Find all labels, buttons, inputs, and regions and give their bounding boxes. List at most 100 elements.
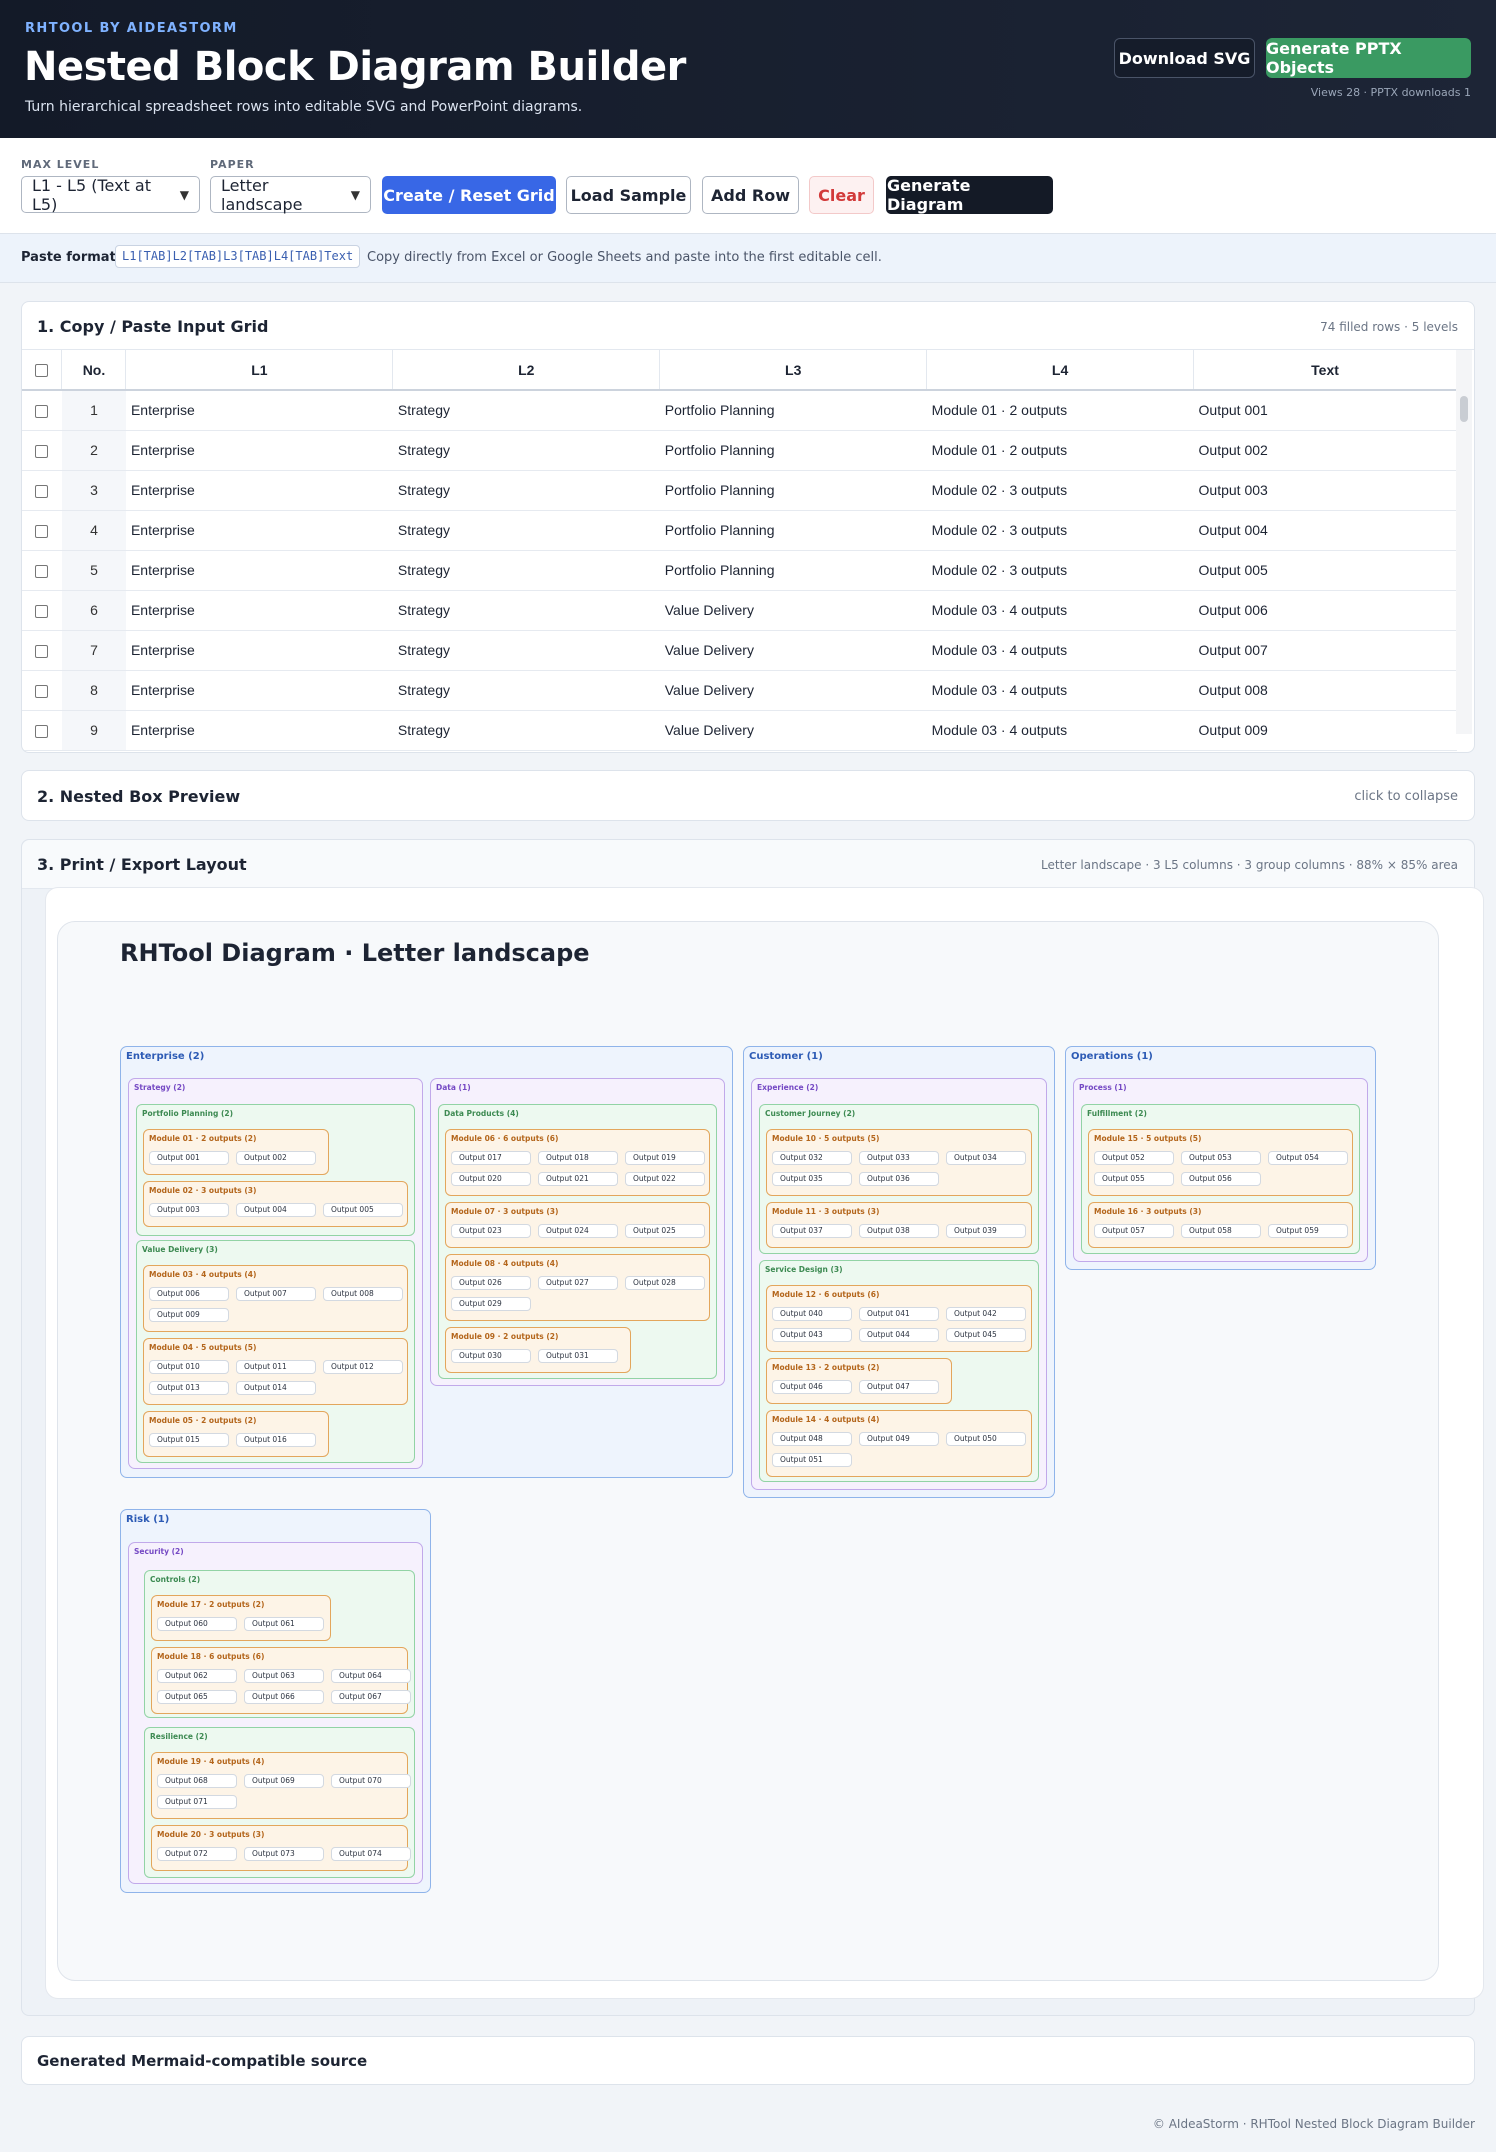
- row-select-cell[interactable]: [22, 510, 62, 551]
- export-layout-header[interactable]: 3. Print / Export Layout Letter landscap…: [22, 840, 1474, 889]
- grid-cell[interactable]: Strategy: [392, 550, 660, 591]
- grid-cell[interactable]: Strategy: [392, 630, 660, 671]
- create-reset-grid-button[interactable]: Create / Reset Grid: [382, 176, 556, 214]
- collapse-toggle[interactable]: click to collapse: [1354, 789, 1458, 804]
- grid-cell[interactable]: Enterprise: [125, 550, 393, 591]
- row-select-cell[interactable]: [22, 590, 62, 631]
- grid-cell[interactable]: Enterprise: [125, 630, 393, 671]
- grid-cell[interactable]: Value Delivery: [659, 590, 927, 631]
- grid-cell[interactable]: Enterprise: [125, 710, 393, 751]
- grid-cell[interactable]: Enterprise: [125, 590, 393, 631]
- l4-module-box-label: Module 07 · 3 outputs (3): [451, 1207, 559, 1216]
- output-item: Output 062: [157, 1669, 237, 1683]
- row-checkbox[interactable]: [35, 405, 49, 419]
- row-checkbox[interactable]: [35, 684, 49, 698]
- grid-cell[interactable]: Module 02 · 3 outputs: [926, 550, 1194, 591]
- grid-cell[interactable]: Enterprise: [125, 470, 393, 511]
- grid-cell[interactable]: Strategy: [392, 670, 660, 711]
- l1-group-box-label: Customer (1): [749, 1051, 823, 1062]
- download-svg-button[interactable]: Download SVG: [1114, 38, 1255, 78]
- row-checkbox[interactable]: [35, 644, 49, 658]
- output-item: Output 050: [946, 1432, 1026, 1446]
- load-sample-button[interactable]: Load Sample: [566, 176, 691, 214]
- grid-cell[interactable]: Module 03 · 4 outputs: [926, 670, 1194, 711]
- grid-cell[interactable]: Strategy: [392, 390, 660, 431]
- grid-cell[interactable]: Module 01 · 2 outputs: [926, 390, 1194, 431]
- select-all-checkbox[interactable]: [35, 364, 49, 378]
- grid-cell[interactable]: Module 03 · 4 outputs: [926, 590, 1194, 631]
- grid-cell[interactable]: Value Delivery: [659, 670, 927, 711]
- input-grid-header[interactable]: 1. Copy / Paste Input Grid 74 filled row…: [22, 302, 1474, 350]
- row-checkbox[interactable]: [35, 604, 49, 618]
- grid-cell[interactable]: Output 002: [1193, 430, 1457, 471]
- l3-group-box-label: Resilience (2): [150, 1732, 208, 1741]
- diagram-title: RHTool Diagram · Letter landscape: [120, 939, 590, 967]
- row-select-cell[interactable]: [22, 390, 62, 431]
- grid-cell[interactable]: Enterprise: [125, 510, 393, 551]
- l4-module-box-label: Module 09 · 2 outputs (2): [451, 1332, 559, 1341]
- grid-cell[interactable]: Strategy: [392, 470, 660, 511]
- output-item: Output 014: [236, 1381, 316, 1395]
- l3-group-box-label: Fulfillment (2): [1087, 1109, 1147, 1118]
- row-select-cell[interactable]: [22, 630, 62, 671]
- grid-cell[interactable]: Module 03 · 4 outputs: [926, 710, 1194, 751]
- row-checkbox[interactable]: [35, 564, 49, 578]
- paper-select[interactable]: Letter landscape ▼: [210, 176, 371, 214]
- row-select-cell[interactable]: [22, 710, 62, 751]
- grid-cell[interactable]: Output 004: [1193, 510, 1457, 551]
- grid-cell[interactable]: Strategy: [392, 510, 660, 551]
- row-checkbox[interactable]: [35, 444, 49, 458]
- grid-cell[interactable]: Portfolio Planning: [659, 550, 927, 591]
- output-item: Output 008: [323, 1287, 403, 1301]
- l4-module-box-label: Module 06 · 6 outputs (6): [451, 1134, 559, 1143]
- l4-module-box-label: Module 02 · 3 outputs (3): [149, 1186, 257, 1195]
- row-select-cell[interactable]: [22, 550, 62, 591]
- max-level-select[interactable]: L1 - L5 (Text at L5) ▼: [21, 176, 200, 214]
- table-row: 1 Enterprise Strategy Portfolio Planning Mod…: [22, 390, 1457, 431]
- grid-cell[interactable]: Module 03 · 4 outputs: [926, 630, 1194, 671]
- grid-cell[interactable]: Portfolio Planning: [659, 510, 927, 551]
- grid-scrollbar[interactable]: [1456, 350, 1472, 734]
- output-item: Output 055: [1094, 1172, 1174, 1186]
- grid-cell[interactable]: Portfolio Planning: [659, 390, 927, 431]
- column-header: L4: [926, 350, 1195, 391]
- grid-cell[interactable]: Strategy: [392, 590, 660, 631]
- row-checkbox[interactable]: [35, 484, 49, 498]
- paste-format-bar: Paste format: L1[TAB]L2[TAB]L3[TAB]L4[TA…: [0, 234, 1496, 283]
- row-select-cell[interactable]: [22, 430, 62, 471]
- generate-diagram-button[interactable]: Generate Diagram: [886, 176, 1053, 214]
- grid-cell[interactable]: Enterprise: [125, 430, 393, 471]
- grid-cell[interactable]: Module 02 · 3 outputs: [926, 470, 1194, 511]
- grid-cell[interactable]: Strategy: [392, 710, 660, 751]
- output-item: Output 001: [149, 1151, 229, 1165]
- grid-cell[interactable]: Output 008: [1193, 670, 1457, 711]
- add-row-button[interactable]: Add Row: [702, 176, 799, 214]
- grid-cell[interactable]: Module 02 · 3 outputs: [926, 510, 1194, 551]
- grid-cell[interactable]: Output 005: [1193, 550, 1457, 591]
- column-header: Text: [1193, 350, 1457, 391]
- grid-cell[interactable]: Enterprise: [125, 670, 393, 711]
- grid-cell[interactable]: Output 001: [1193, 390, 1457, 431]
- grid-scrollbar-thumb[interactable]: [1460, 396, 1468, 422]
- grid-cell[interactable]: Value Delivery: [659, 710, 927, 751]
- grid-cell[interactable]: Strategy: [392, 430, 660, 471]
- grid-cell[interactable]: Portfolio Planning: [659, 470, 927, 511]
- table-row: 3 Enterprise Strategy Portfolio Planning Mod…: [22, 470, 1457, 511]
- row-checkbox[interactable]: [35, 724, 49, 738]
- grid-cell[interactable]: Portfolio Planning: [659, 430, 927, 471]
- grid-cell[interactable]: Enterprise: [125, 390, 393, 431]
- grid-cell[interactable]: Module 01 · 2 outputs: [926, 430, 1194, 471]
- row-select-cell[interactable]: [22, 470, 62, 511]
- grid-cell[interactable]: Value Delivery: [659, 630, 927, 671]
- generate-pptx-button[interactable]: Generate PPTX Objects: [1266, 38, 1471, 78]
- grid-cell[interactable]: Output 003: [1193, 470, 1457, 511]
- row-checkbox[interactable]: [35, 524, 49, 538]
- grid-cell[interactable]: Output 007: [1193, 630, 1457, 671]
- select-all-checkbox-cell[interactable]: [22, 350, 63, 391]
- mermaid-source-card[interactable]: Generated Mermaid-compatible source: [21, 2036, 1475, 2085]
- nested-preview-card[interactable]: 2. Nested Box Preview click to collapse: [21, 770, 1475, 821]
- clear-button[interactable]: Clear: [809, 176, 874, 214]
- row-select-cell[interactable]: [22, 670, 62, 711]
- grid-cell[interactable]: Output 006: [1193, 590, 1457, 631]
- grid-cell[interactable]: Output 009: [1193, 710, 1457, 751]
